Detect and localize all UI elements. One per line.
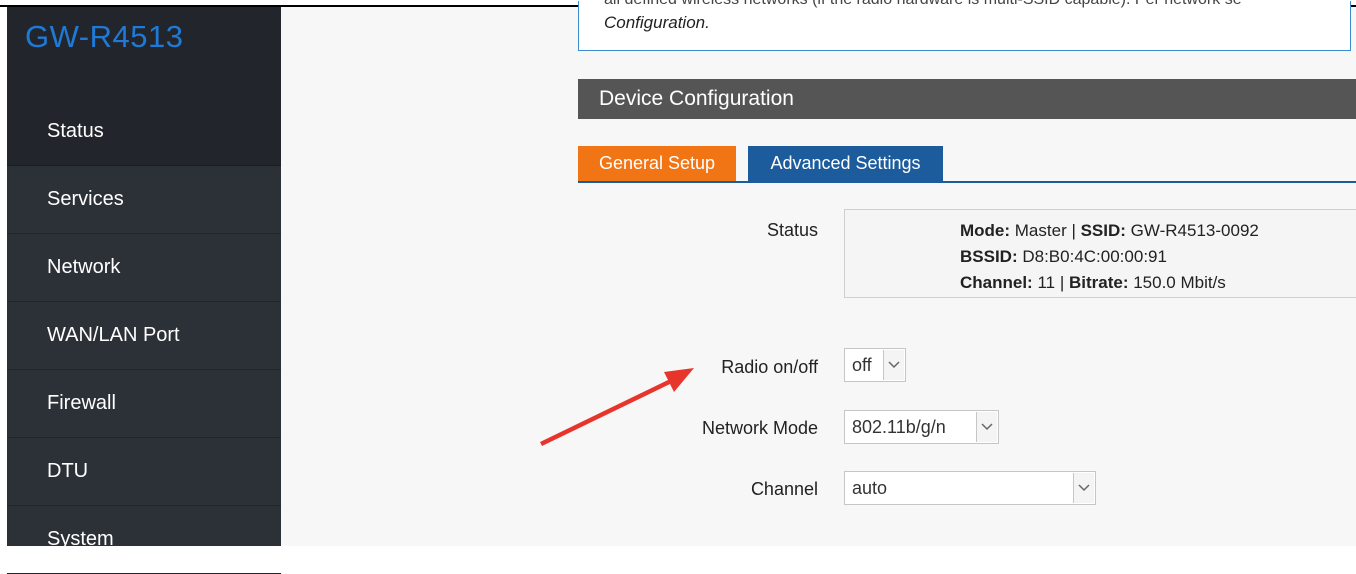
- tab-bar: General Setup Advanced Settings: [578, 146, 1356, 183]
- description-link-text: Configuration.: [604, 13, 710, 32]
- network-mode-value: 802.11b/g/n: [852, 417, 946, 437]
- sidebar-nav: Status Services Network WAN/LAN Port Fir…: [7, 98, 281, 574]
- bitrate-key: Bitrate:: [1068, 273, 1129, 292]
- bssid-value: D8:B0:4C:00:00:91: [1017, 247, 1167, 266]
- network-mode-select[interactable]: 802.11b/g/n: [844, 410, 999, 444]
- bitrate-value: 150.0 Mbit/s: [1128, 273, 1226, 292]
- description-text: all defined wireless networks (if the ra…: [604, 0, 1242, 9]
- status-info-box: Mode: Master | SSID: GW-R4513-0092 BSSID…: [844, 209, 1356, 298]
- status-lines: Mode: Master | SSID: GW-R4513-0092 BSSID…: [960, 218, 1259, 296]
- sidebar-item-network[interactable]: Network: [7, 234, 281, 302]
- radio-onoff-label: Radio on/off: [721, 357, 818, 377]
- sidebar-item-label: WAN/LAN Port: [47, 324, 180, 346]
- tab-general-setup[interactable]: General Setup: [578, 146, 736, 181]
- channel-select[interactable]: auto: [844, 471, 1096, 505]
- tab-advanced-settings[interactable]: Advanced Settings: [748, 146, 943, 181]
- channel-label: Channel: [750, 479, 818, 499]
- description-box: all defined wireless networks (if the ra…: [578, 0, 1351, 51]
- radio-onoff-select[interactable]: off: [844, 348, 906, 382]
- channel-key: Channel:: [960, 273, 1033, 292]
- sidebar: GW-R4513 Status Services Network WAN/LAN…: [7, 7, 281, 574]
- channel-value: auto: [852, 478, 888, 498]
- network-mode-label: Network Mode: [701, 418, 818, 438]
- sidebar-item-system[interactable]: System: [7, 506, 281, 574]
- sidebar-item-services[interactable]: Services: [7, 166, 281, 234]
- app-title: GW-R4513: [25, 19, 184, 54]
- sidebar-item-dtu[interactable]: DTU: [7, 438, 281, 506]
- sidebar-item-status[interactable]: Status: [7, 98, 281, 166]
- section-title: Device Configuration: [578, 79, 1356, 119]
- sidebar-item-label: Network: [47, 256, 121, 278]
- chevron-down-icon: [1073, 473, 1094, 503]
- sidebar-item-label: System: [47, 528, 114, 550]
- ssid-key: SSID:: [1080, 221, 1126, 240]
- sidebar-item-label: DTU: [47, 460, 89, 482]
- chevron-down-icon: [883, 350, 904, 380]
- bssid-key: BSSID:: [960, 247, 1018, 266]
- sidebar-item-label: Status: [47, 120, 104, 142]
- ssid-value: GW-R4513-0092: [1125, 221, 1259, 240]
- main-content: all defined wireless networks (if the ra…: [281, 0, 1356, 546]
- sidebar-item-firewall[interactable]: Firewall: [7, 370, 281, 438]
- mode-key: Mode:: [960, 221, 1011, 240]
- sidebar-item-label: Firewall: [47, 392, 116, 414]
- sidebar-item-label: Services: [47, 188, 124, 210]
- status-label: Status: [766, 220, 818, 240]
- status-line-3: Channel: 11 | Bitrate: 150.0 Mbit/s: [960, 270, 1259, 296]
- status-line-2: BSSID: D8:B0:4C:00:00:91: [960, 244, 1259, 270]
- status-line-1: Mode: Master | SSID: GW-R4513-0092: [960, 218, 1259, 244]
- channel-status-value: 11 |: [1032, 273, 1069, 292]
- chevron-down-icon: [976, 412, 997, 442]
- mode-value: Master |: [1010, 221, 1081, 240]
- radio-onoff-value: off: [852, 355, 872, 375]
- sidebar-item-wan-lan-port[interactable]: WAN/LAN Port: [7, 302, 281, 370]
